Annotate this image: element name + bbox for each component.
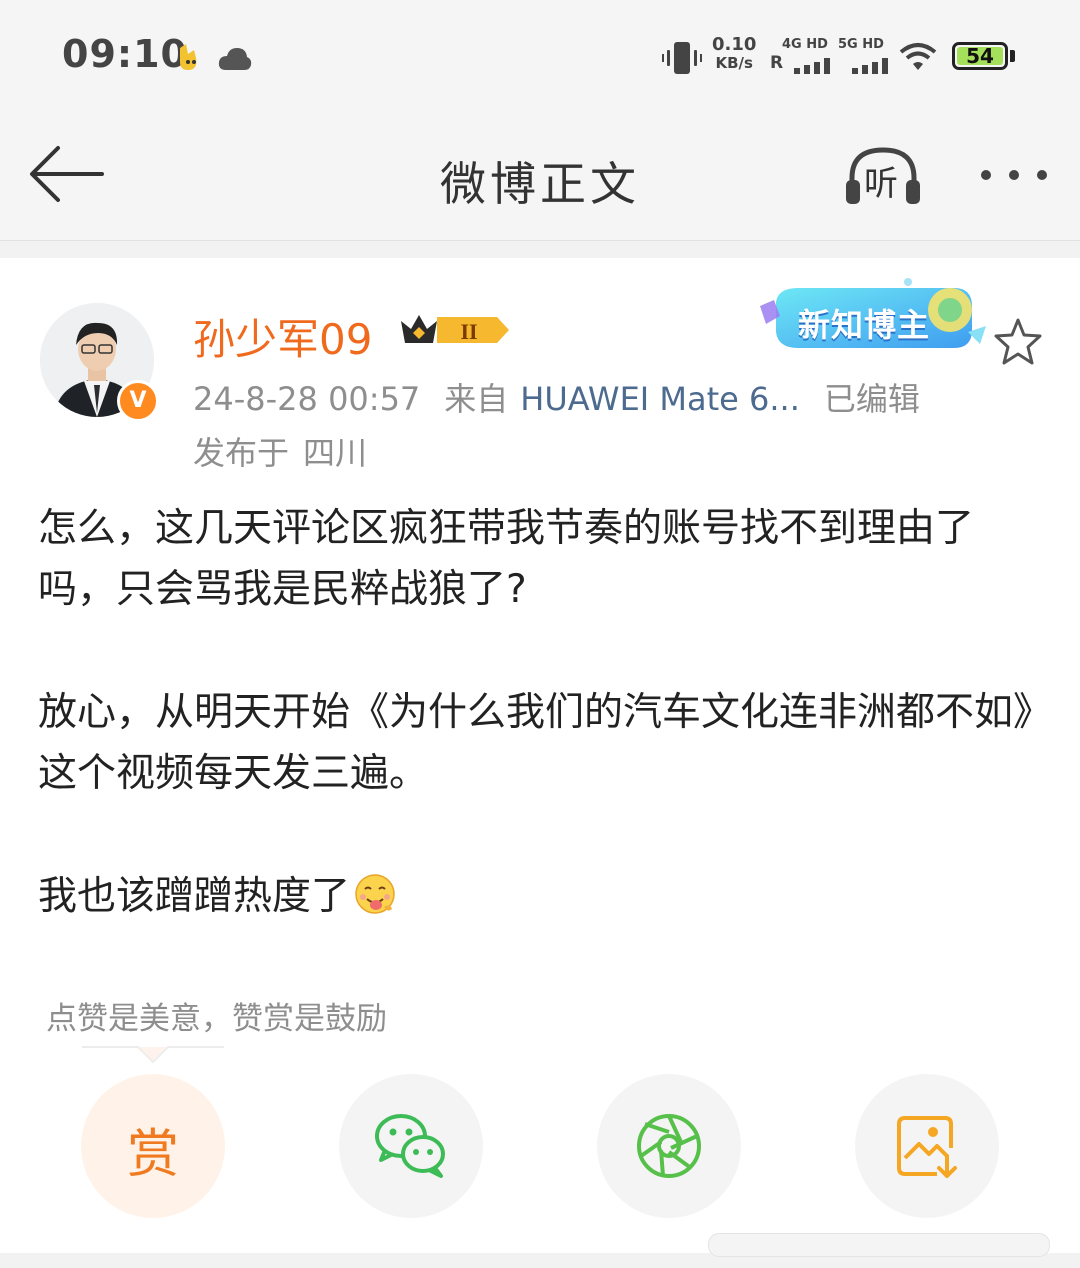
share-moments-button[interactable] [597, 1074, 741, 1218]
status-bar: 09:10 0.10 KB/s 4G HD R 5G HD 54 [0, 0, 1080, 110]
post-card: V 孙少军09 II 24-8-28 00:57 来自 HUAWEI Mate 6.… [0, 258, 1080, 1253]
reward-label: 赏 [126, 1125, 179, 1185]
signal-bars-icon [794, 58, 830, 74]
crown-level: II [460, 319, 477, 344]
verified-badge: V [117, 380, 159, 422]
source-device-link[interactable]: HUAWEI Mate 6... [520, 380, 800, 418]
wifi-icon [899, 43, 937, 70]
reward-tip: 点赞是美意，赞赏是鼓励 [46, 1001, 387, 1037]
cloud-icon [218, 48, 252, 70]
battery-indicator: 54 [952, 42, 1008, 70]
more-options-icon[interactable] [978, 166, 1050, 184]
location-label: 发布于 [193, 434, 290, 472]
post-paragraph-1: 怎么，这几天评论区疯狂带我节奏的账号找不到理由了吗，只会骂我是民粹战狼了? [38, 506, 975, 612]
save-image-button[interactable] [855, 1074, 999, 1218]
source-label: 来自 [444, 380, 509, 418]
badge-text: 新知博主 [798, 306, 931, 344]
vibrate-icon [662, 42, 702, 74]
clock: 09:10 [62, 32, 188, 76]
speed-unit: KB/s [715, 54, 753, 72]
network-1: 4G HD R [770, 37, 830, 74]
floating-input-bar[interactable] [708, 1233, 1050, 1257]
listen-button[interactable]: 听 [844, 144, 922, 208]
share-wechat-button[interactable] [339, 1074, 483, 1218]
notification-app-icon [180, 44, 197, 70]
speed-value: 0.10 [712, 34, 757, 55]
wechat-icon [375, 1114, 445, 1178]
roaming-label: R [770, 53, 784, 73]
favorite-star-icon[interactable] [992, 316, 1044, 366]
battery-tip [1010, 50, 1015, 62]
post-content: 怎么，这几天评论区疯狂带我节奏的账号找不到理由了吗，只会骂我是民粹战狼了? 放心… [38, 498, 1048, 989]
network-2-type: 5G HD [838, 37, 884, 52]
post-paragraph-2: 放心，从明天开始《为什么我们的汽车文化连非洲都不如》这个视频每天发三遍。 [38, 690, 1033, 796]
signal-bars-icon [852, 58, 888, 74]
username[interactable]: 孙少军09 [193, 306, 372, 367]
nav-bar: 微博正文 听 [0, 110, 1080, 241]
post-location: 发布于 四川 [193, 428, 367, 474]
creator-badge[interactable]: 新知博主 [758, 272, 988, 364]
save-image-icon [897, 1116, 957, 1178]
moments-aperture-icon [637, 1114, 701, 1178]
reward-button[interactable]: 赏 [81, 1074, 225, 1218]
listen-label: 听 [864, 164, 898, 204]
post-date: 24-8-28 00:57 [193, 380, 421, 418]
yummy-face-emoji-icon [355, 874, 395, 914]
tip-arrow [82, 1046, 224, 1064]
post-paragraph-3-text: 我也该蹭蹭热度了 [38, 874, 351, 919]
post-paragraph-3: 我也该蹭蹭热度了 [38, 866, 1048, 927]
battery-level: 54 [966, 44, 994, 68]
edited-label[interactable]: 已编辑 [824, 380, 920, 418]
vip-crown-icon[interactable]: II [397, 311, 511, 349]
post-meta: 24-8-28 00:57 来自 HUAWEI Mate 6... 已编辑 [193, 374, 920, 420]
network-2: 5G HD [838, 38, 890, 78]
network-speed: 0.10 KB/s [712, 34, 757, 73]
location-value: 四川 [303, 434, 368, 472]
network-1-type: 4G HD [782, 37, 828, 52]
